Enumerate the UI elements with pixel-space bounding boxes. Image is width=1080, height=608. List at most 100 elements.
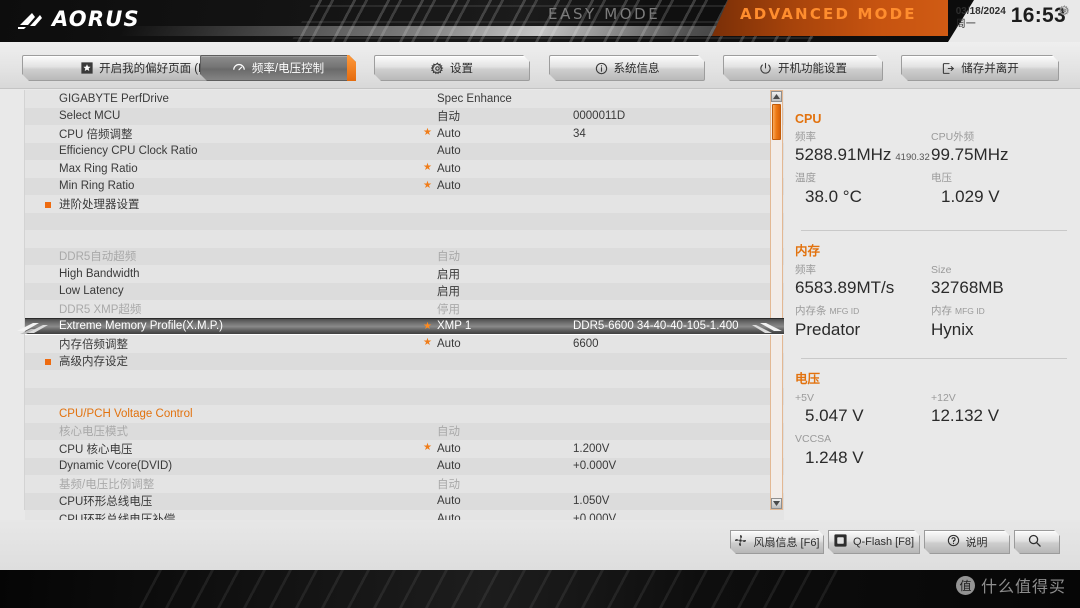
- cpu-frequency-value-wrap: 5288.91MHz 4190.32: [795, 144, 931, 165]
- settings-row-label: DDR5 XMP超频: [59, 303, 142, 316]
- settings-row[interactable]: Select MCU 自动 0000011D: [25, 107, 784, 125]
- settings-spacer-row: [25, 387, 784, 405]
- advanced-mode-tab[interactable]: ADVANCED MODE: [740, 5, 917, 23]
- memory-dram-mfg-label-sub: MFG ID: [955, 306, 985, 317]
- settings-row-detail: +0.000V: [573, 460, 617, 473]
- gauge-icon: [232, 61, 246, 75]
- settings-row-value[interactable]: Spec Enhance: [437, 93, 512, 105]
- favorite-star-icon[interactable]: ★: [423, 180, 432, 191]
- settings-row[interactable]: Dynamic Vcore(DVID) Auto +0.000V: [25, 457, 784, 475]
- scrollbar-up-button[interactable]: [771, 91, 782, 102]
- settings-row-value[interactable]: 启用: [437, 266, 460, 282]
- settings-row-label: Low Latency: [59, 285, 124, 298]
- settings-row[interactable]: CPU 核心电压 ★ Auto 1.200V: [25, 440, 784, 458]
- cpu-temperature-value: 38.0 °C: [805, 186, 862, 206]
- exit-icon: [941, 62, 955, 75]
- settings-row-detail: 1.200V: [573, 442, 610, 455]
- settings-row[interactable]: Max Ring Ratio ★ Auto: [25, 160, 784, 178]
- q-flash-button-label: Q-Flash [F8]: [852, 536, 915, 548]
- submenu-marker-icon: [45, 201, 51, 208]
- settings-row-label: CPU环形总线电压: [59, 496, 153, 509]
- tab-frequency-voltage-label: 频率/电压控制: [251, 63, 325, 75]
- settings-scrollbar[interactable]: [770, 90, 783, 510]
- voltage-group-title: 电压: [795, 372, 821, 386]
- star-box-icon: [81, 62, 93, 74]
- memory-module-mfg-label-main: 内存条: [795, 305, 827, 318]
- cpu-voltage-cell: 电压 1.029 V: [931, 172, 1067, 206]
- search-button[interactable]: [1014, 530, 1060, 554]
- settings-row-value[interactable]: Auto: [437, 163, 461, 175]
- settings-row[interactable]: CPU环形总线电压 Auto 1.050V: [25, 492, 784, 510]
- settings-row[interactable]: 内存倍频调整 ★ Auto 6600: [25, 335, 784, 353]
- settings-row-value[interactable]: Auto: [437, 145, 461, 157]
- settings-row[interactable]: GIGABYTE PerfDrive Spec Enhance: [25, 90, 784, 108]
- favorite-star-icon[interactable]: ★: [423, 163, 432, 173]
- settings-row[interactable]: 核心电压模式 自动: [25, 422, 784, 440]
- settings-row-value[interactable]: Auto: [437, 338, 461, 350]
- scrollbar-thumb[interactable]: [772, 104, 781, 140]
- tab-frequency-voltage[interactable]: 频率/电压控制: [200, 55, 356, 81]
- settings-row[interactable]: 基频/电压比例调整 自动: [25, 475, 784, 493]
- settings-row-value[interactable]: Auto: [437, 495, 461, 507]
- fan-info-button[interactable]: 风扇信息 [F6]: [730, 530, 824, 554]
- settings-row-label: 高级内存设定: [59, 356, 128, 369]
- memory-module-mfg-label: 内存条 MFG ID: [795, 305, 931, 318]
- settings-spacer-row: [25, 230, 784, 248]
- settings-row[interactable]: DDR5自动超频 自动: [25, 247, 784, 265]
- settings-row-value[interactable]: 自动: [437, 108, 460, 124]
- settings-row[interactable]: CPU 倍频调整 ★ Auto 34: [25, 125, 784, 143]
- settings-row[interactable]: 进阶处理器设置: [25, 195, 784, 213]
- favorite-star-icon[interactable]: ★: [423, 338, 432, 348]
- settings-row-value[interactable]: Auto: [437, 180, 461, 192]
- settings-row-label: Efficiency CPU Clock Ratio: [59, 145, 198, 158]
- settings-row-label: CPU 倍频调整: [59, 128, 133, 141]
- tab-system-info[interactable]: 系统信息: [549, 55, 705, 81]
- clock-weekday: 周一: [955, 18, 976, 30]
- settings-row[interactable]: 高级内存设定: [25, 352, 784, 370]
- settings-row[interactable]: DDR5 XMP超频 停用: [25, 300, 784, 318]
- q-flash-button[interactable]: Q-Flash [F8]: [828, 530, 920, 554]
- settings-row-value[interactable]: 停用: [437, 301, 460, 317]
- watermark-logo-icon: 值: [955, 575, 975, 595]
- settings-row-label: GIGABYTE PerfDrive: [59, 92, 169, 105]
- cpu-group-title: CPU: [795, 112, 822, 126]
- settings-row-value[interactable]: XMP 1: [437, 320, 471, 332]
- settings-row[interactable]: Efficiency CPU Clock Ratio Auto: [25, 142, 784, 160]
- settings-row-value[interactable]: Auto: [437, 460, 461, 472]
- memory-group-title: 内存: [795, 244, 821, 258]
- scrollbar-down-button[interactable]: [771, 498, 782, 509]
- tab-settings[interactable]: 设置: [374, 55, 530, 81]
- settings-row-value[interactable]: 启用: [437, 283, 460, 299]
- settings-row-label: Min Ring Ratio: [59, 180, 135, 193]
- settings-row[interactable]: Low Latency 启用: [25, 282, 784, 300]
- tab-save-and-exit[interactable]: 储存并离开: [901, 55, 1059, 81]
- cpu-frequency-cell: 频率 5288.91MHz 4190.32: [795, 131, 931, 165]
- settings-row-label: CPU/PCH Voltage Control: [59, 407, 193, 420]
- selection-arrow-right-icon: [752, 322, 782, 333]
- settings-row-label: CPU 核心电压: [59, 443, 133, 456]
- settings-spacer-row: [25, 370, 784, 388]
- voltage-12v-cell: +12V 12.132 V: [931, 392, 1067, 426]
- chip-icon: [834, 534, 847, 550]
- settings-list[interactable]: GIGABYTE PerfDrive Spec Enhance Select MCU…: [17, 90, 784, 528]
- settings-row[interactable]: Min Ring Ratio ★ Auto: [25, 177, 784, 195]
- memory-size-cell: Size 32768MB: [931, 264, 1067, 298]
- settings-row[interactable]: CPU/PCH Voltage Control: [25, 405, 784, 423]
- settings-row-value[interactable]: Auto: [437, 128, 461, 140]
- tab-boot-settings[interactable]: 开机功能设置: [723, 55, 883, 81]
- easy-mode-tab[interactable]: EASY MODE: [548, 5, 660, 23]
- favorite-star-icon[interactable]: ★: [423, 321, 432, 332]
- help-button[interactable]: 说明: [924, 530, 1010, 554]
- settings-row-value[interactable]: 自动: [437, 248, 460, 264]
- settings-row-detail: 6600: [573, 337, 599, 350]
- memory-dram-mfg-cell: 内存 MFG ID Hynix: [931, 305, 1067, 339]
- favorite-star-icon[interactable]: ★: [423, 128, 432, 138]
- settings-row-value[interactable]: Auto: [437, 443, 461, 455]
- settings-gear-icon[interactable]: [1058, 3, 1070, 21]
- settings-row-value[interactable]: 自动: [437, 476, 460, 492]
- settings-row-value[interactable]: 自动: [437, 423, 460, 439]
- voltage-12v-label: +12V: [931, 392, 956, 404]
- settings-row[interactable]: High Bandwidth 启用: [25, 265, 784, 283]
- settings-row[interactable]: Extreme Memory Profile(X.M.P.) ★ XMP 1 DDR5…: [17, 317, 784, 335]
- favorite-star-icon[interactable]: ★: [423, 443, 432, 453]
